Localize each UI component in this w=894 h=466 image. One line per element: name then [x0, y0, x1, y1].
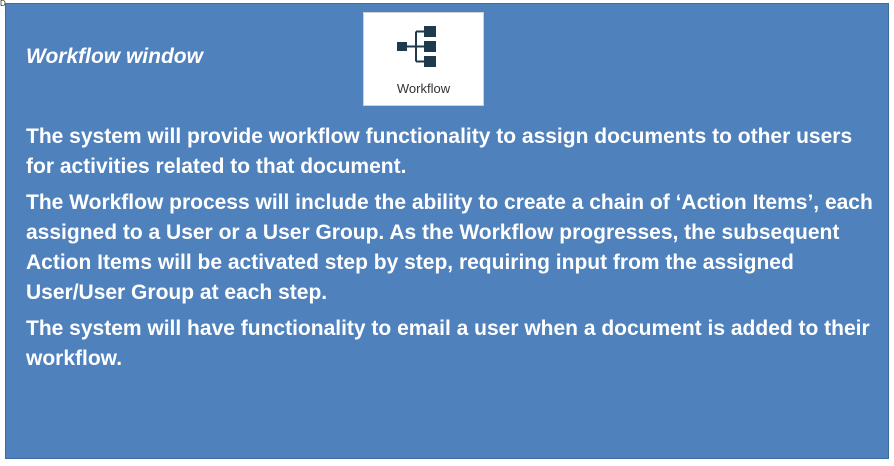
content-panel: Workflow window Workflow The system will…	[5, 3, 889, 459]
workflow-button-label: Workflow	[396, 81, 451, 96]
page: D Workflow window Workflow The system wi…	[0, 0, 894, 466]
section-title: Workflow window	[26, 45, 203, 68]
paragraph-workflow-functionality: The system will provide workflow functio…	[26, 125, 853, 178]
workflow-tree-icon	[397, 26, 436, 67]
description-text: The system will provide workflow functio…	[26, 122, 876, 380]
paragraph-email-notification: The system will have functionality to em…	[26, 317, 870, 370]
workflow-button[interactable]: Workflow	[363, 12, 484, 106]
paragraph-action-items: The Workflow process will include the ab…	[26, 191, 873, 304]
